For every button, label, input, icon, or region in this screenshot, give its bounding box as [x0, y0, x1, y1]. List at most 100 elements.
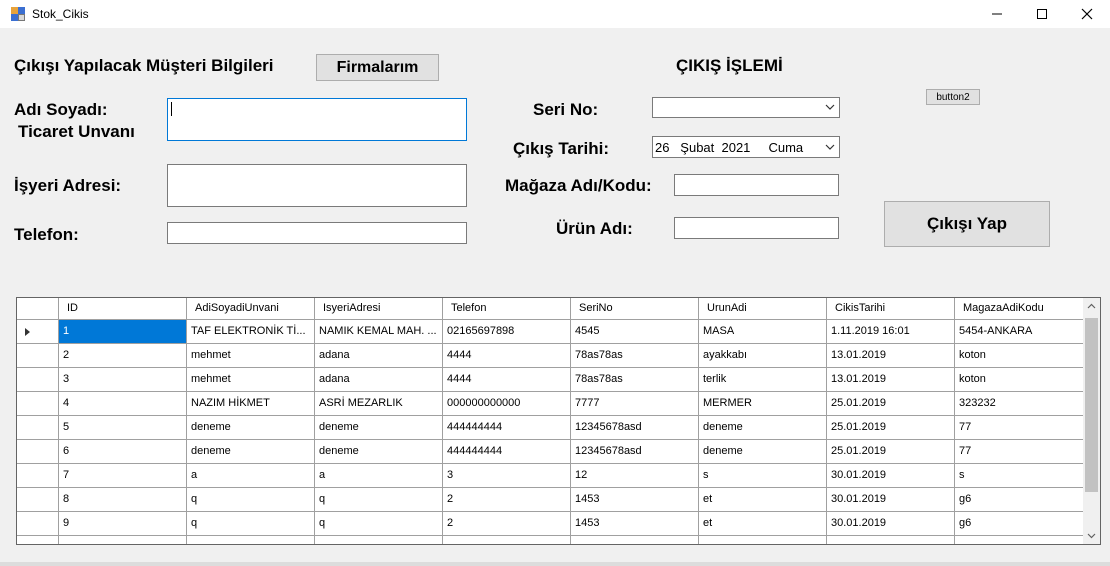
row-header[interactable] [17, 536, 59, 544]
table-cell[interactable]: 5 [59, 416, 187, 439]
table-cell[interactable]: q [187, 512, 315, 535]
column-header[interactable]: SeriNo [571, 298, 699, 319]
column-header[interactable]: UrunAdi [699, 298, 827, 319]
table-cell[interactable]: deneme [699, 440, 827, 463]
column-header[interactable]: Telefon [443, 298, 571, 319]
table-cell[interactable]: et [699, 488, 827, 511]
table-cell[interactable]: g6 [955, 488, 1084, 511]
table-cell[interactable]: deneme [187, 440, 315, 463]
table-cell[interactable] [827, 536, 955, 544]
table-cell[interactable]: q [315, 512, 443, 535]
table-cell[interactable]: 4444 [443, 344, 571, 367]
column-header[interactable]: IsyeriAdresi [315, 298, 443, 319]
scroll-up-button[interactable] [1083, 298, 1100, 315]
data-grid[interactable]: ID AdiSoyadiUnvani IsyeriAdresi Telefon Seri… [16, 297, 1101, 545]
row-header[interactable] [17, 440, 59, 463]
urun-adi-input[interactable] [674, 217, 839, 239]
cikis-tarihi-picker[interactable]: 26 Şubat 2021 Cuma [652, 136, 840, 158]
grid-corner[interactable] [17, 298, 59, 319]
table-cell[interactable]: MASA [699, 320, 827, 343]
table-cell[interactable]: 30.01.2019 [827, 464, 955, 487]
column-header[interactable]: AdiSoyadiUnvani [187, 298, 315, 319]
table-cell[interactable]: ayakkabı [699, 344, 827, 367]
table-cell[interactable]: 4 [59, 392, 187, 415]
table-cell[interactable]: a [187, 464, 315, 487]
row-header[interactable] [17, 368, 59, 391]
table-cell[interactable]: 3 [59, 368, 187, 391]
table-cell[interactable]: 12345678asd [571, 416, 699, 439]
row-header[interactable] [17, 464, 59, 487]
table-cell[interactable]: 78as78as [571, 344, 699, 367]
table-cell[interactable]: 5454-ANKARA [955, 320, 1084, 343]
table-cell[interactable]: 77 [955, 416, 1084, 439]
column-header[interactable]: CikisTarihi [827, 298, 955, 319]
table-cell[interactable]: 4444 [443, 368, 571, 391]
table-cell[interactable]: 7777 [571, 392, 699, 415]
table-row[interactable]: 2 mehmet adana 4444 78as78as ayakkabı 13.01.20… [17, 344, 1084, 368]
table-cell[interactable]: 02165697898 [443, 320, 571, 343]
scroll-down-button[interactable] [1083, 527, 1100, 544]
table-cell[interactable]: adana [315, 344, 443, 367]
table-cell[interactable] [443, 536, 571, 544]
table-cell[interactable]: et [699, 512, 827, 535]
table-row[interactable]: 7 a a 3 12 s 30.01.2019 s [17, 464, 1084, 488]
row-header[interactable] [17, 512, 59, 535]
table-cell[interactable]: 13.01.2019 [827, 368, 955, 391]
table-cell[interactable]: 000000000000 [443, 392, 571, 415]
row-header[interactable] [17, 392, 59, 415]
row-header[interactable] [17, 416, 59, 439]
table-cell[interactable]: 7 [59, 464, 187, 487]
table-cell[interactable]: 1453 [571, 512, 699, 535]
minimize-button[interactable] [974, 0, 1020, 28]
table-cell[interactable]: deneme [315, 416, 443, 439]
table-cell[interactable] [955, 536, 1084, 544]
table-cell[interactable]: 78as78as [571, 368, 699, 391]
table-cell[interactable]: 8 [59, 488, 187, 511]
table-cell[interactable]: MERMER [699, 392, 827, 415]
table-row[interactable]: 6 deneme deneme 444444444 12345678asd deneme 2… [17, 440, 1084, 464]
table-cell[interactable]: adana [315, 368, 443, 391]
table-cell[interactable] [59, 536, 187, 544]
table-row[interactable]: 3 mehmet adana 4444 78as78as terlik 13.01.2019… [17, 368, 1084, 392]
table-cell[interactable]: 323232 [955, 392, 1084, 415]
row-header[interactable] [17, 320, 59, 343]
table-cell[interactable] [315, 536, 443, 544]
table-cell[interactable]: 12 [571, 464, 699, 487]
table-cell[interactable]: q [315, 488, 443, 511]
table-cell[interactable]: 1.11.2019 16:01 [827, 320, 955, 343]
table-cell[interactable]: 9 [59, 512, 187, 535]
table-row[interactable]: 1 TAF ELEKTRONİK Tİ... NAMIK KEMAL MAH. ..… [17, 320, 1084, 344]
isyeri-adresi-input[interactable] [167, 164, 467, 207]
table-cell[interactable]: 2 [59, 344, 187, 367]
cikisi-yap-button[interactable]: Çıkışı Yap [884, 201, 1050, 247]
table-cell[interactable]: 25.01.2019 [827, 392, 955, 415]
table-cell[interactable] [187, 536, 315, 544]
table-cell[interactable]: 25.01.2019 [827, 416, 955, 439]
table-cell[interactable]: deneme [315, 440, 443, 463]
table-cell[interactable]: koton [955, 368, 1084, 391]
table-cell[interactable]: terlik [699, 368, 827, 391]
table-cell[interactable]: s [699, 464, 827, 487]
table-row[interactable]: 5 deneme deneme 444444444 12345678asd deneme 2… [17, 416, 1084, 440]
table-cell[interactable]: 3 [443, 464, 571, 487]
magaza-input[interactable] [674, 174, 839, 196]
table-cell[interactable]: 6 [59, 440, 187, 463]
table-cell[interactable]: 77 [955, 440, 1084, 463]
table-row-partial[interactable] [17, 536, 1084, 544]
table-cell[interactable]: 444444444 [443, 416, 571, 439]
table-cell[interactable]: TAF ELEKTRONİK Tİ... [187, 320, 315, 343]
table-cell[interactable] [571, 536, 699, 544]
table-cell[interactable]: deneme [187, 416, 315, 439]
table-cell[interactable]: 4545 [571, 320, 699, 343]
table-cell[interactable]: 13.01.2019 [827, 344, 955, 367]
table-cell[interactable]: g6 [955, 512, 1084, 535]
firmalarim-button[interactable]: Firmalarım [316, 54, 439, 81]
column-header[interactable]: ID [59, 298, 187, 319]
table-row[interactable]: 8 q q 2 1453 et 30.01.2019 g6 [17, 488, 1084, 512]
table-cell[interactable]: mehmet [187, 344, 315, 367]
button2[interactable]: button2 [926, 89, 980, 105]
table-cell[interactable]: 30.01.2019 [827, 512, 955, 535]
ad-soyad-input[interactable] [167, 98, 467, 141]
table-cell[interactable]: mehmet [187, 368, 315, 391]
table-cell[interactable]: NAMIK KEMAL MAH. ... [315, 320, 443, 343]
